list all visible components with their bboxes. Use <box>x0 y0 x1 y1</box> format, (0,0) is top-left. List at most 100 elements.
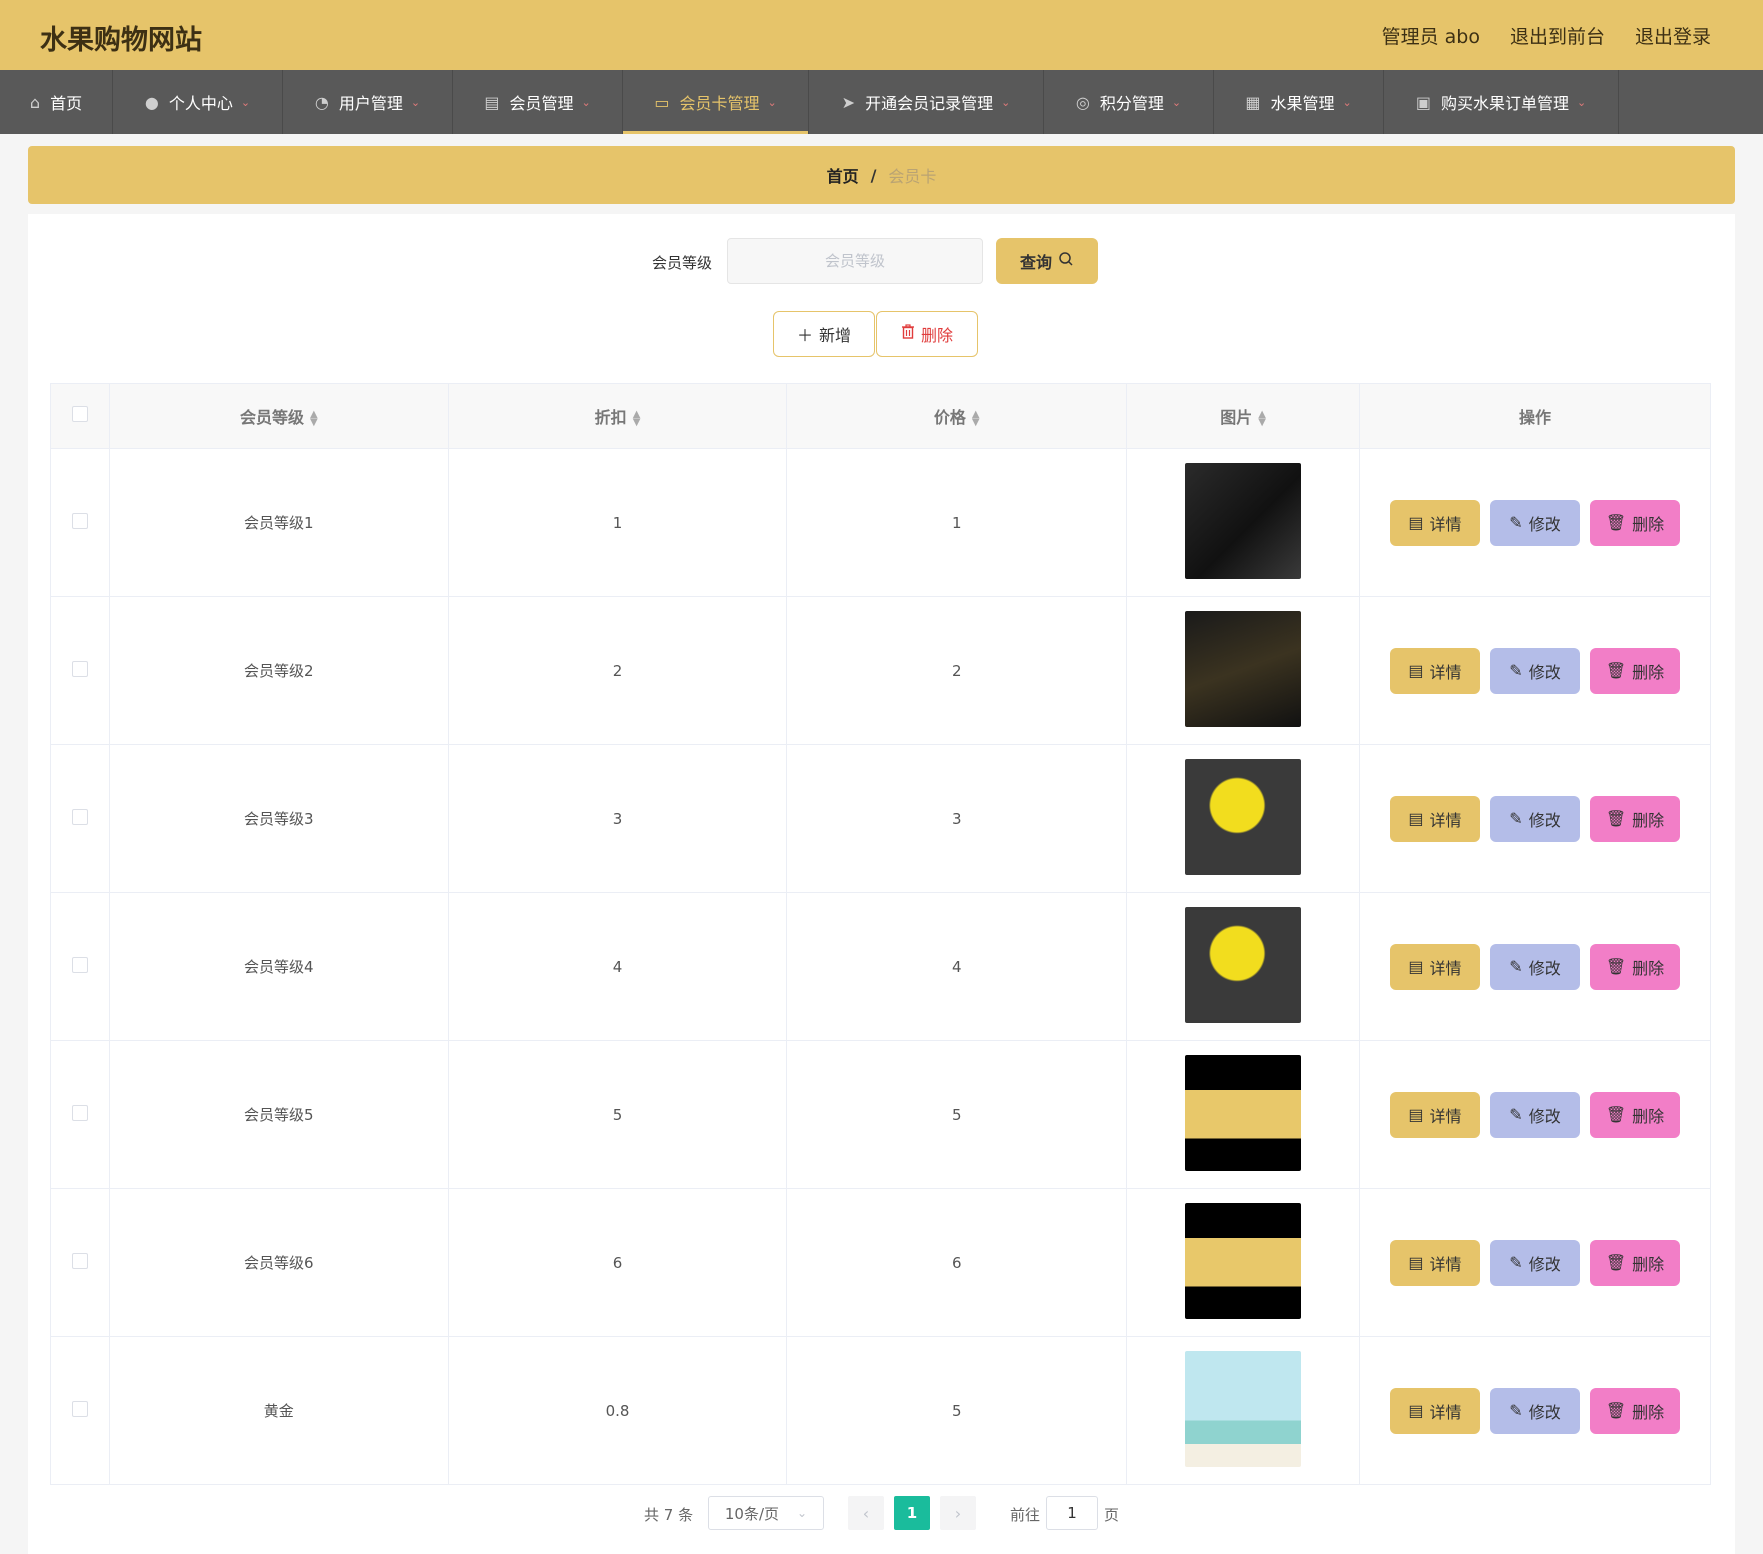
nav-item-membership-records[interactable]: ➤ 开通会员记录管理 ⌄ <box>809 70 1044 134</box>
card-image[interactable] <box>1185 462 1302 579</box>
nav-label: 开通会员记录管理 <box>865 94 994 113</box>
delete-button[interactable]: 🗑 删除 <box>1590 1091 1680 1138</box>
goto-page-input[interactable] <box>1046 1496 1098 1530</box>
edit-button[interactable]: ✎ 修改 <box>1490 499 1580 546</box>
edit-button[interactable]: ✎ 修改 <box>1490 1239 1580 1286</box>
row-checkbox[interactable] <box>71 1104 88 1121</box>
nav-item-home[interactable]: ⌂ 首页 <box>0 70 113 134</box>
card-image[interactable] <box>1185 758 1302 875</box>
page-number-current[interactable]: 1 <box>894 1496 930 1530</box>
card-image[interactable] <box>1185 610 1302 727</box>
delete-button[interactable]: 🗑 删除 <box>1590 1239 1680 1286</box>
next-page-button[interactable]: › <box>940 1496 976 1530</box>
select-all-checkbox[interactable] <box>71 406 88 422</box>
row-select-cell <box>50 1040 110 1189</box>
edit-button-label: 修改 <box>1528 1404 1561 1422</box>
trash-icon: 🗑 <box>1605 662 1627 680</box>
delete-button-label: 删除 <box>920 328 953 345</box>
row-checkbox[interactable] <box>71 1400 88 1417</box>
nav-label: 首页 <box>50 94 83 113</box>
logout-link[interactable]: 退出登录 <box>1635 22 1711 49</box>
edit-button[interactable]: ✎ 修改 <box>1490 1091 1580 1138</box>
row-checkbox[interactable] <box>71 956 88 973</box>
goto-unit: 页 <box>1104 1506 1120 1524</box>
delete-row-button-label: 删除 <box>1632 1108 1665 1126</box>
delete-button[interactable]: 🗑 删除 <box>1590 795 1680 842</box>
detail-button[interactable]: ▤ 详情 <box>1390 499 1480 546</box>
row-checkbox[interactable] <box>71 808 88 825</box>
nav-item-fruit-management[interactable]: ▦ 水果管理 ⌄ <box>1214 70 1384 134</box>
detail-button[interactable]: ▤ 详情 <box>1390 943 1480 990</box>
card-image[interactable] <box>1185 1054 1302 1171</box>
pencil-icon: ✎ <box>1509 662 1523 680</box>
nav-item-member-card-management[interactable]: ▭ 会员卡管理 ⌄ <box>623 70 809 134</box>
delete-button[interactable]: 🗑 删除 <box>1590 499 1680 546</box>
edit-button[interactable]: ✎ 修改 <box>1490 647 1580 694</box>
row-checkbox[interactable] <box>71 660 88 677</box>
detail-button[interactable]: ▤ 详情 <box>1390 1239 1480 1286</box>
column-header-label: 会员等级 <box>239 408 304 427</box>
cell-discount: 4 <box>447 892 788 1041</box>
row-checkbox[interactable] <box>71 1252 88 1269</box>
chevron-down-icon: ⌄ <box>410 95 421 109</box>
nav-item-personal-center[interactable]: ● 个人中心 ⌄ <box>113 70 283 134</box>
top-header: 水果购物网站 管理员 abo 退出到前台 退出登录 <box>0 0 1763 70</box>
card-image[interactable] <box>1185 1350 1302 1467</box>
column-header-discount[interactable]: 折扣 ▲ ▼ <box>447 383 788 449</box>
delete-button[interactable]: 🗑 删除 <box>1590 1387 1680 1434</box>
cell-image <box>1126 1188 1360 1337</box>
chevron-down-icon: ⌄ <box>1171 95 1182 109</box>
nav-label: 会员卡管理 <box>679 94 760 113</box>
prev-page-button[interactable]: ‹ <box>848 1496 884 1530</box>
cell-actions: ▤ 详情 ✎ 修改 🗑 删除 <box>1359 1336 1711 1485</box>
back-to-front-link[interactable]: 退出到前台 <box>1510 22 1605 49</box>
edit-button-label: 修改 <box>1528 516 1561 534</box>
query-button[interactable]: 查询 <box>996 238 1098 284</box>
delete-row-button-label: 删除 <box>1632 812 1665 830</box>
table-row: 会员等级6 6 6 ▤ 详情 ✎ 修改 🗑 删除 <box>50 1188 1711 1337</box>
card-image[interactable] <box>1185 906 1302 1023</box>
row-select-cell <box>50 1188 110 1337</box>
cell-level: 会员等级3 <box>108 744 449 893</box>
table-row: 黄金 0.8 5 ▤ 详情 ✎ 修改 🗑 删除 <box>50 1336 1711 1485</box>
card-image[interactable] <box>1185 1202 1302 1319</box>
page-size-select[interactable]: 10条/页 ⌄ <box>708 1496 824 1530</box>
column-header-label: 图片 <box>1220 408 1253 427</box>
nav-item-user-management[interactable]: ◔ 用户管理 ⌄ <box>283 70 453 134</box>
column-header-level[interactable]: 会员等级 ▲ ▼ <box>108 383 449 449</box>
cell-price: 5 <box>786 1336 1128 1485</box>
delete-row-button-label: 删除 <box>1632 1256 1665 1274</box>
detail-button[interactable]: ▤ 详情 <box>1390 1091 1480 1138</box>
edit-button[interactable]: ✎ 修改 <box>1490 795 1580 842</box>
detail-button[interactable]: ▤ 详情 <box>1390 647 1480 694</box>
send-icon: ➤ <box>841 92 856 112</box>
add-button[interactable]: ＋ 新增 <box>773 311 875 357</box>
trash-icon <box>901 324 915 344</box>
delete-button[interactable]: 🗑 删除 <box>1590 943 1680 990</box>
batch-delete-button[interactable]: 删除 <box>876 311 978 357</box>
row-checkbox[interactable] <box>71 512 88 529</box>
delete-button[interactable]: 🗑 删除 <box>1590 647 1680 694</box>
column-header-price[interactable]: 价格 ▲ ▼ <box>786 383 1128 449</box>
home-icon: ⌂ <box>29 92 41 112</box>
breadcrumb-home[interactable]: 首页 <box>827 163 859 187</box>
cell-level: 会员等级5 <box>108 1040 449 1189</box>
detail-button[interactable]: ▤ 详情 <box>1390 795 1480 842</box>
document-icon: ▤ <box>1408 1106 1424 1124</box>
document-icon: ▤ <box>1408 1254 1424 1272</box>
row-select-cell <box>50 448 110 597</box>
nav-item-points-management[interactable]: ◎ 积分管理 ⌄ <box>1044 70 1214 134</box>
grid-icon: ▦ <box>1245 92 1261 112</box>
edit-button[interactable]: ✎ 修改 <box>1490 943 1580 990</box>
site-title: 水果购物网站 <box>40 25 202 56</box>
member-level-search-input[interactable] <box>727 238 983 284</box>
edit-button[interactable]: ✎ 修改 <box>1490 1387 1580 1434</box>
nav-item-fruit-orders[interactable]: ▣ 购买水果订单管理 ⌄ <box>1384 70 1619 134</box>
nav-item-member-management[interactable]: ▤ 会员管理 ⌄ <box>453 70 623 134</box>
cell-discount: 0.8 <box>447 1336 788 1485</box>
pencil-icon: ✎ <box>1509 1402 1523 1420</box>
chevron-down-icon: ⌄ <box>1342 95 1352 109</box>
column-header-image[interactable]: 图片 ▲ ▼ <box>1126 383 1360 449</box>
detail-button-label: 详情 <box>1429 960 1462 978</box>
detail-button[interactable]: ▤ 详情 <box>1390 1387 1480 1434</box>
